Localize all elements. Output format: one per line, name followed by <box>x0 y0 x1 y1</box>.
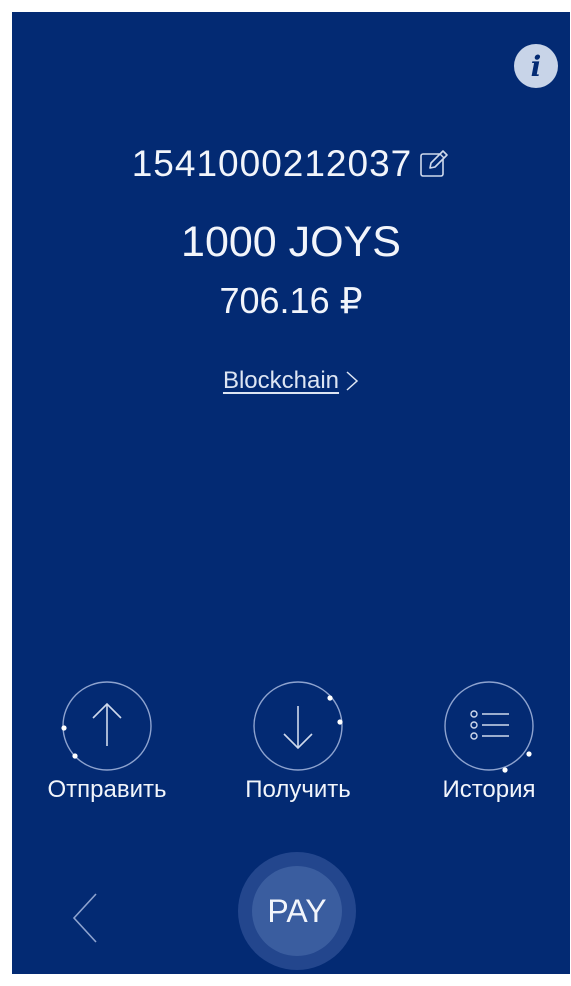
account-row: 1541000212037 <box>12 140 570 188</box>
balance-amount: 1000 JOYS <box>181 218 401 266</box>
history-label: История <box>442 776 536 803</box>
history-button[interactable]: История <box>409 678 569 804</box>
send-label: Отправить <box>47 776 167 803</box>
blockchain-link[interactable]: Blockchain <box>12 364 570 398</box>
account-number: 1541000212037 <box>131 143 413 184</box>
list-icon <box>444 681 534 773</box>
receive-arrow-icon <box>253 681 343 771</box>
blockchain-link-label[interactable]: Blockchain <box>223 367 339 395</box>
edit-icon[interactable] <box>418 148 450 180</box>
chevron-left-icon[interactable] <box>68 888 108 948</box>
send-button[interactable]: Отправить <box>27 678 187 804</box>
pay-button[interactable]: PAY <box>252 866 342 956</box>
info-glyph: i <box>530 49 542 83</box>
chevron-right-icon <box>346 371 359 391</box>
balance-fiat: 706.16 ₽ <box>219 280 363 321</box>
send-arrow-icon <box>61 681 152 771</box>
info-icon[interactable]: i <box>514 44 558 88</box>
receive-label: Получить <box>245 776 351 803</box>
receive-button[interactable]: Получить <box>218 678 378 804</box>
wallet-screen: i 1541000212037 1000 JOYS 706.16 ₽ Block… <box>12 12 570 974</box>
pay-label: PAY <box>267 892 327 929</box>
